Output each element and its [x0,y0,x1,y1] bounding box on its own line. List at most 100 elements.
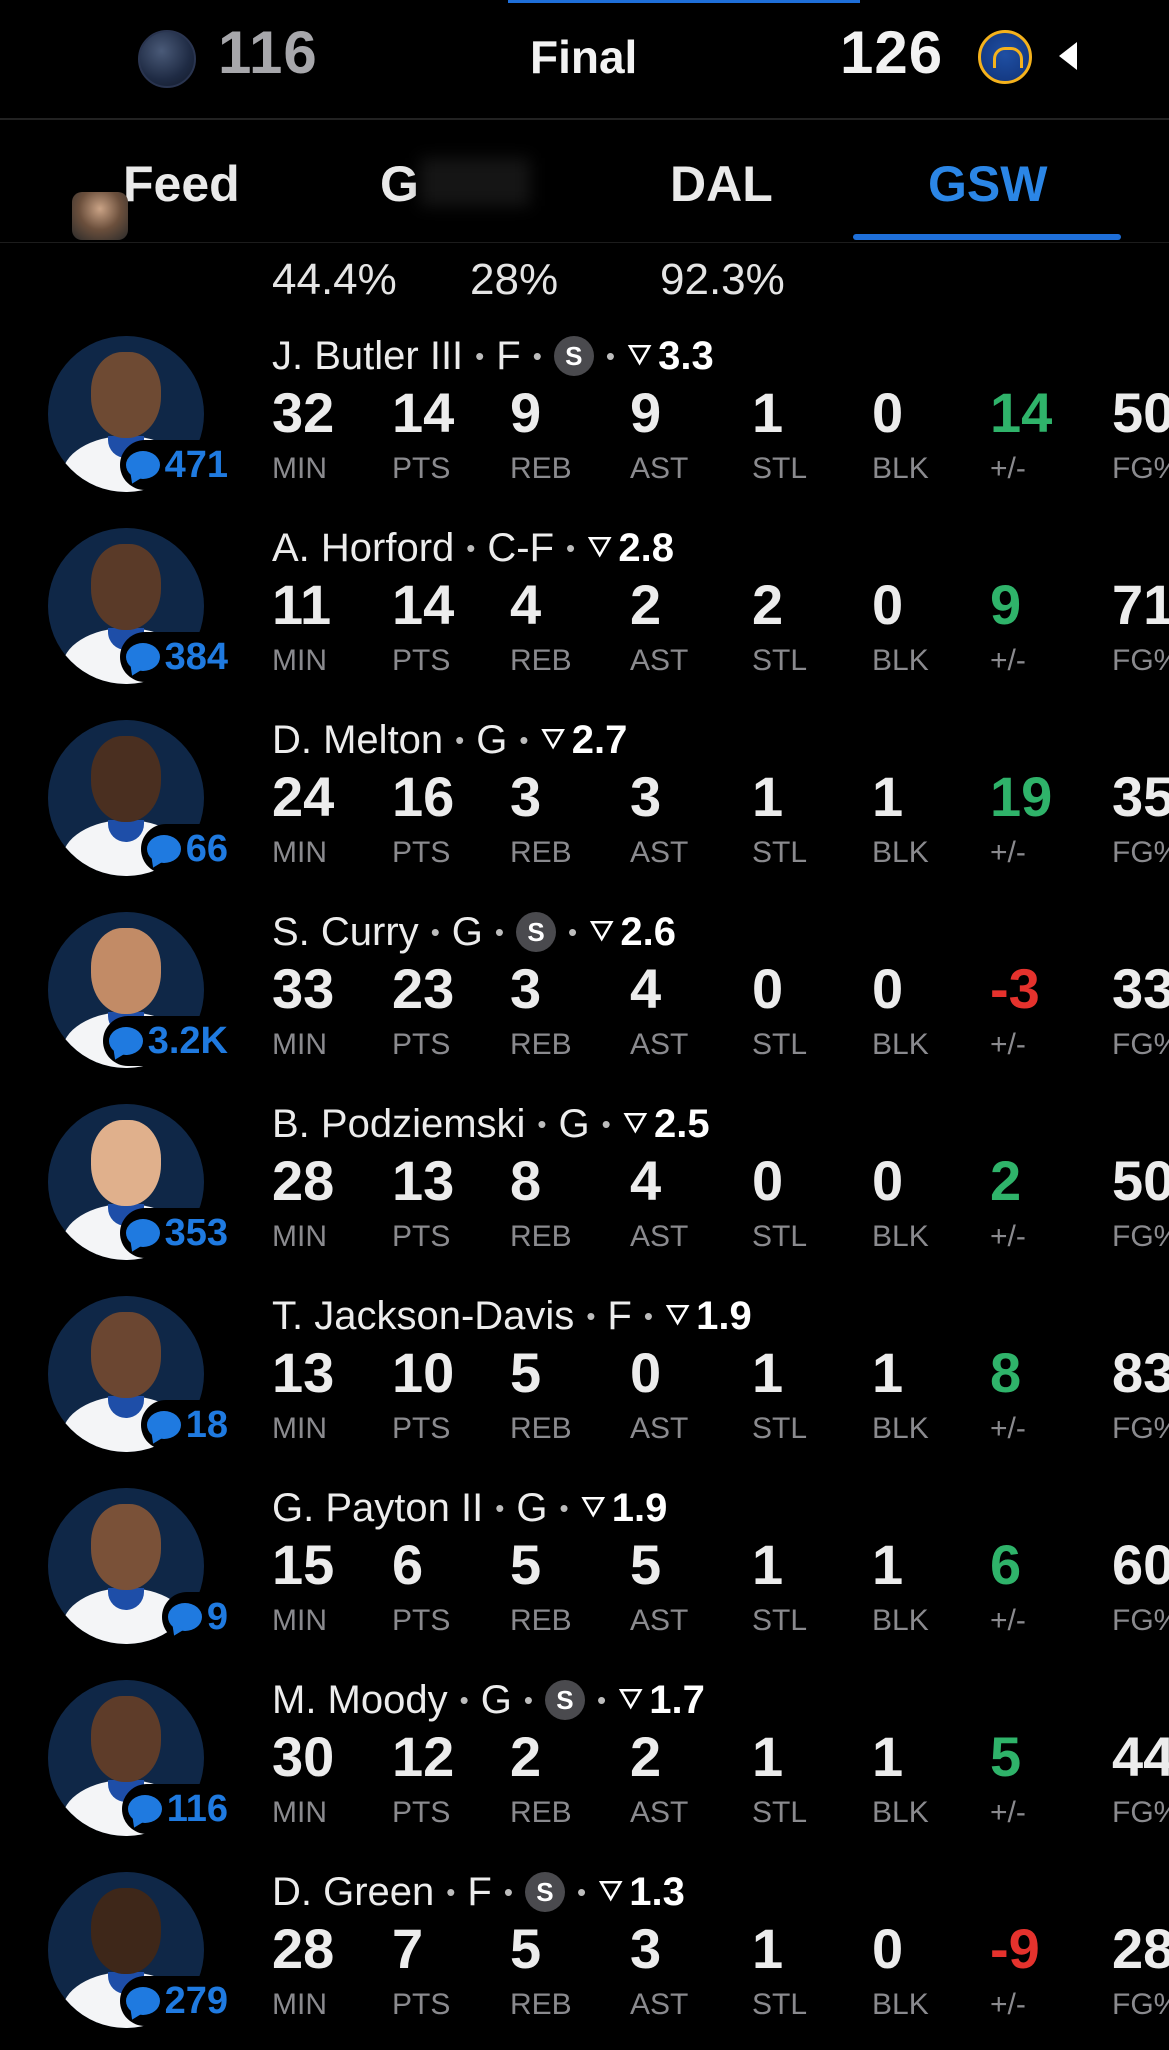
stat-value-pm: 5 [990,1725,1022,1788]
comment-badge[interactable]: 471 [119,440,234,490]
separator-dot: • [455,724,465,755]
stat-label-pts: PTS [392,1028,451,1061]
home-score: 126 [840,19,944,86]
stat-label-min: MIN [272,452,327,485]
stat-value-pm: 14 [990,381,1053,444]
stat-label-pm: +/- [990,836,1026,869]
stat-label-pts: PTS [392,1412,451,1445]
stat-label-ast: AST [630,452,689,485]
stat-label-fg: FG% [1112,1796,1169,1829]
active-tab-indicator [853,234,1121,240]
stat-value-min: 32 [272,381,335,444]
stat-label-fg: FG% [1112,1220,1169,1253]
stat-value-reb: 2 [510,1725,542,1788]
stat-label-pts: PTS [392,1796,451,1829]
stat-label-stl: STL [752,1796,808,1829]
comment-badge[interactable]: 384 [119,632,234,682]
tab-feed[interactable]: Feed [123,155,240,213]
player-name-line: G. Payton II • G • ⛛ 1.9 [272,1482,667,1534]
player-position: G [480,1677,512,1722]
stat-value-blk: 0 [872,1917,904,1980]
stat-label-min: MIN [272,836,327,869]
stat-value-reb: 5 [510,1917,542,1980]
starter-badge: S [544,1680,585,1720]
player-row[interactable]: 279 D. Green • F • S • ⛛ 1.3 28 MIN 7 PTS 5 REB 3 AST 1 ST… [0,1858,1169,2050]
stat-label-stl: STL [752,452,808,485]
player-position: G [476,717,508,762]
player-row[interactable]: 116 M. Moody • G • S • ⛛ 1.7 30 MIN 12 PTS 2 REB 2 AST 1 S… [0,1666,1169,1858]
comment-badge[interactable]: 3.2K [102,1016,234,1066]
feed-avatar [72,192,128,240]
stat-value-fg: 71 [1112,573,1169,636]
stat-value-reb: 3 [510,957,542,1020]
stat-value-stl: 1 [752,381,784,444]
comment-badge[interactable]: 116 [121,1784,234,1834]
stat-label-ast: AST [630,644,689,677]
stat-value-blk: 1 [872,765,904,828]
stat-label-min: MIN [272,644,327,677]
chat-bubble-icon [125,1987,160,2015]
chevron-left-icon[interactable] [1059,42,1077,70]
starter-badge: S [516,912,557,952]
away-score: 116 [218,19,318,86]
stat-label-fg: FG% [1112,644,1169,677]
player-rating: 1.3 [629,1869,685,1914]
player-row[interactable]: 384 A. Horford • C-F • ⛛ 2.8 11 MIN 14 PTS 4 REB 2 AST… [0,514,1169,706]
mavericks-logo-icon[interactable] [138,30,196,88]
player-row[interactable]: 3.2K S. Curry • G • S • ⛛ 2.6 33 MIN 23 PTS 3 REB 4 AST 0… [0,898,1169,1090]
stat-value-fg: 28 [1112,1917,1169,1980]
comment-count: 384 [164,635,228,678]
player-name: D. Melton [272,717,444,762]
player-row[interactable]: 471 J. Butler III • F • S • ⛛ 3.3 32 MIN 14 PTS 9 REB 9… [0,322,1169,514]
stat-label-pm: +/- [990,1988,1026,2021]
stat-label-stl: STL [752,1028,808,1061]
comment-count: 18 [185,1403,228,1446]
player-face [91,352,161,438]
stat-value-pm: 9 [990,573,1022,636]
player-rating: 2.8 [618,525,674,570]
chat-bubble-icon [125,1219,160,1247]
stat-label-blk: BLK [872,1796,929,1829]
warriors-logo-icon[interactable] [978,30,1032,84]
stat-value-stl: 1 [752,765,784,828]
player-row[interactable]: 353 B. Podziemski • G • ⛛ 2.5 28 MIN 13 PTS 8 REB 4 AS… [0,1090,1169,1282]
stat-value-pts: 10 [392,1341,455,1404]
player-name: D. Green [272,1869,435,1914]
player-row[interactable]: 66 D. Melton • G • ⛛ 2.7 24 MIN 16 PTS 3 REB 3 AST 1 STL… [0,706,1169,898]
player-row[interactable]: 9 G. Payton II • G • ⛛ 1.9 15 MIN 6 PTS 5 REB 5 AST 1 ST… [0,1474,1169,1666]
stat-label-stl: STL [752,644,808,677]
separator-dot: • [446,1876,456,1907]
comment-badge[interactable]: 66 [140,824,234,874]
comment-badge[interactable]: 353 [119,1208,234,1258]
tab-dal[interactable]: DAL [670,155,773,213]
stat-value-fg: 33 [1112,957,1169,1020]
player-rating: 3.3 [658,333,714,378]
rating-icon: ⛛ [622,1107,648,1140]
player-position: F [607,1293,632,1338]
player-position: F [496,333,521,378]
rating-icon: ⛛ [618,1683,644,1716]
stat-value-blk: 1 [872,1725,904,1788]
comment-badge[interactable]: 9 [161,1592,234,1642]
separator-dot: • [519,724,529,755]
tab-gsw[interactable]: GSW [928,155,1047,213]
player-rating: 2.5 [653,1101,710,1146]
comment-badge[interactable]: 279 [119,1976,234,2026]
player-row[interactable]: 18 T. Jackson-Davis • F • ⛛ 1.9 13 MIN 10 PTS 5 REB 0… [0,1282,1169,1474]
player-name: G. Payton II [272,1485,484,1530]
tab-game[interactable]: G [380,155,419,213]
stat-value-pts: 13 [392,1149,455,1212]
chat-bubble-icon [125,451,160,479]
stat-value-blk: 0 [872,957,904,1020]
stat-value-stl: 0 [752,957,784,1020]
player-face [91,928,161,1014]
tab-bar: Feed G DAL GSW [0,120,1169,242]
comment-badge[interactable]: 18 [140,1400,234,1450]
stat-label-reb: REB [510,1988,572,2021]
stat-value-pts: 16 [392,765,455,828]
stat-label-fg: FG% [1112,1988,1169,2021]
stat-value-min: 13 [272,1341,335,1404]
rating-icon: ⛛ [540,723,566,756]
stat-label-min: MIN [272,1028,327,1061]
player-rating: 2.6 [620,909,676,954]
